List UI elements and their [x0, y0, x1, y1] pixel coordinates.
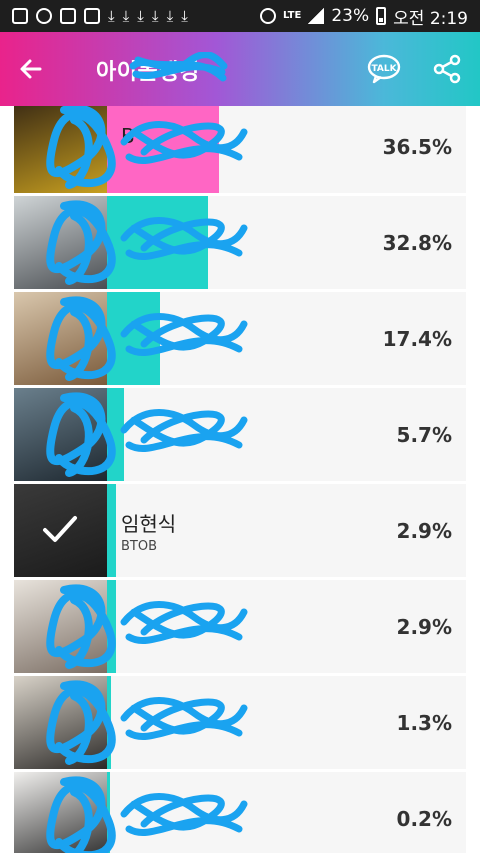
battery-percent: 23%	[331, 6, 370, 26]
ranking-row[interactable]: 임현식 BTOB 2.9%	[14, 484, 466, 577]
status-right-icons: LTE 23% 오전 2:19	[259, 4, 468, 29]
image-icon	[84, 8, 100, 24]
share-button[interactable]	[432, 54, 464, 86]
download-icon: ⤓	[122, 7, 130, 25]
signal-icon	[308, 8, 325, 24]
status-bar: ⤓ ⤓ ⤓ ⤓ ⤓ ⤓ LTE 23% 오전 2:19	[0, 0, 480, 32]
vote-percent: 5.7%	[396, 423, 452, 447]
ranking-list[interactable]: B 36.5% 32.8% 17.4% 5.7% 임현식 BTOB 2.9% 2.9% 1.3% 0…	[14, 106, 466, 853]
ranking-row[interactable]: B 36.5%	[14, 106, 466, 193]
ranking-row[interactable]: 1.3%	[14, 676, 466, 769]
vote-percent: 2.9%	[396, 519, 452, 543]
kakaotalk-button[interactable]: TALK	[366, 51, 402, 87]
message-icon	[12, 8, 28, 24]
redaction-scribble	[120, 121, 248, 164]
ranking-row[interactable]: 0.2%	[14, 772, 466, 853]
redaction-scribble	[129, 52, 228, 82]
download-icon: ⤓	[137, 7, 144, 25]
alarm-icon	[259, 8, 276, 24]
vote-percent: 17.4%	[382, 327, 452, 351]
idol-group: BTOB	[121, 539, 158, 554]
phone-icon	[60, 8, 76, 24]
checkmark-icon	[43, 516, 77, 542]
ranking-row[interactable]: 5.7%	[14, 388, 466, 481]
status-left-icons: ⤓ ⤓ ⤓ ⤓ ⤓ ⤓	[12, 8, 188, 24]
idol-name: 임현식	[121, 512, 177, 536]
vote-percent: 1.3%	[396, 711, 452, 735]
redaction-scribble	[120, 793, 248, 836]
sync-icon	[36, 8, 52, 24]
clock: 오전 2:19	[393, 8, 468, 29]
vote-percent: 2.9%	[396, 615, 452, 639]
vote-percent: 32.8%	[382, 231, 452, 255]
app-header: 아이돌랭킹 TALK	[0, 32, 480, 106]
vote-percent: 36.5%	[382, 135, 452, 159]
battery-icon	[376, 7, 387, 25]
talk-label: TALK	[371, 64, 397, 74]
vote-percent: 0.2%	[396, 807, 452, 831]
arrow-left-icon	[20, 59, 42, 79]
share-icon	[433, 54, 461, 84]
download-icon: ⤓	[181, 7, 188, 25]
download-icon: ⤓	[151, 7, 159, 25]
download-icon: ⤓	[108, 7, 115, 25]
redaction-scribble	[120, 313, 248, 356]
ranking-row[interactable]: 17.4%	[14, 292, 466, 385]
redaction-scribble	[120, 697, 248, 740]
redaction-scribble	[120, 601, 248, 644]
redaction-scribble	[120, 217, 248, 260]
redaction-scribble	[120, 409, 248, 452]
ranking-row[interactable]: 2.9%	[14, 580, 466, 673]
back-button[interactable]	[14, 52, 48, 86]
talk-icon: TALK	[367, 54, 401, 84]
vote-bar	[107, 484, 116, 577]
ranking-row[interactable]: 32.8%	[14, 196, 466, 289]
download-icon: ⤓	[166, 7, 174, 25]
network-type: LTE	[282, 10, 302, 21]
